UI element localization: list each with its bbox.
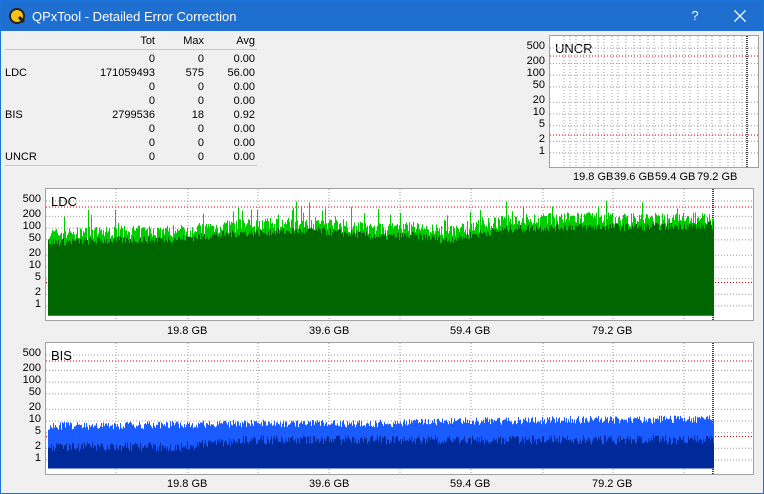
uncr-y-tick-5: 10 — [532, 106, 545, 118]
stats-row-2-tot: 0 — [148, 81, 155, 93]
stats-row-7-tot: 0 — [148, 151, 155, 163]
bis-y-tick-3: 50 — [28, 385, 41, 398]
uncr-x-tick-0: 19.8 GB — [573, 171, 614, 183]
ldc-y-tick-1: 200 — [22, 208, 41, 221]
ldc-y-tick-2: 100 — [22, 220, 41, 233]
stats-row-1-max: 575 — [185, 67, 204, 79]
bis-chart — [46, 343, 753, 474]
qpxtool-window: QPxTool - Detailed Error Correction ? To… — [0, 0, 764, 494]
header-divider — [5, 49, 257, 50]
stats-row-2-avg: 0.00 — [233, 81, 255, 93]
ldc-y-tick-5: 10 — [28, 259, 41, 271]
uncr-y-tick-3: 50 — [532, 78, 545, 91]
uncr-y-tick-2: 100 — [526, 67, 545, 80]
bis-y-tick-8: 1 — [34, 451, 41, 464]
header-avg: Avg — [236, 35, 255, 47]
title-bar[interactable]: QPxTool - Detailed Error Correction ? — [1, 1, 763, 31]
bis-x-tick-0: 19.8 GB — [167, 478, 208, 490]
ldc-x-tick-3: 79.2 GB — [592, 325, 633, 337]
stats-row-5-max: 0 — [197, 123, 204, 135]
bis-x-tick-2: 59.4 GB — [450, 478, 491, 490]
header-max: Max — [183, 35, 204, 47]
uncr-y-tick-7: 2 — [538, 133, 545, 146]
uncr-x-tick-3: 79.2 GB — [697, 171, 738, 183]
header-tot: Tot — [140, 35, 155, 47]
ldc-y-tick-6: 5 — [34, 270, 41, 283]
stats-row-1-tot: 171059493 — [99, 67, 155, 79]
uncr-y-tick-0: 500 — [526, 39, 545, 52]
stats-row-5-tot: 0 — [148, 123, 155, 135]
stats-row-4-max: 18 — [191, 109, 204, 121]
stats-row-3-max: 0 — [197, 95, 204, 107]
bis-chart-title: BIS — [51, 348, 72, 363]
stats-row-6-max: 0 — [197, 137, 204, 149]
stats-row-0-max: 0 — [197, 53, 204, 65]
ldc-y-tick-4: 20 — [28, 247, 41, 260]
stats-row-5-avg: 0.00 — [233, 123, 255, 135]
stats-row-1-avg: 56.00 — [227, 67, 255, 79]
help-button[interactable]: ? — [681, 3, 709, 29]
bis-y-tick-2: 100 — [22, 374, 41, 387]
bis-y-tick-6: 5 — [34, 424, 41, 437]
stats-row-7-max: 0 — [197, 151, 204, 163]
window-title: QPxTool - Detailed Error Correction — [32, 9, 237, 24]
stats-row-0-tot: 0 — [148, 53, 155, 65]
bis-y-tick-7: 2 — [34, 440, 41, 453]
ldc-chart-title: LDC — [51, 194, 78, 209]
stats-row-4-label: BIS — [5, 109, 23, 121]
uncr-y-tick-1: 200 — [526, 55, 545, 68]
stats-row-3-avg: 0.00 — [233, 95, 255, 107]
stats-row-0-avg: 0.00 — [233, 53, 255, 65]
uncr-x-tick-2: 59.4 GB — [655, 171, 696, 183]
stats-row-2-max: 0 — [197, 81, 204, 93]
bis-y-tick-4: 20 — [28, 401, 41, 414]
ldc-chart-panel: LDC — [45, 188, 754, 321]
stats-row-6-tot: 0 — [148, 137, 155, 149]
ldc-x-tick-1: 39.6 GB — [309, 325, 350, 337]
bis-y-tick-1: 200 — [22, 362, 41, 375]
close-button[interactable] — [723, 3, 757, 29]
uncr-y-tick-6: 5 — [538, 117, 545, 130]
stats-row-3-tot: 0 — [148, 95, 155, 107]
ldc-x-tick-0: 19.8 GB — [167, 325, 208, 337]
close-icon — [734, 10, 746, 22]
uncr-chart-panel: UNCR — [549, 35, 759, 168]
ldc-x-tick-2: 59.4 GB — [450, 325, 491, 337]
ldc-y-tick-3: 50 — [28, 231, 41, 244]
stats-row-7-label: UNCR — [5, 151, 37, 163]
stats-row-4-avg: 0.92 — [233, 109, 255, 121]
table-divider — [5, 165, 257, 166]
uncr-y-tick-4: 20 — [532, 94, 545, 107]
stats-table: Tot Max Avg 0 0 0.00 LDC 171059493 575 56.00 0 0… — [3, 35, 257, 167]
ldc-y-tick-0: 500 — [22, 192, 41, 205]
stats-row-6-avg: 0.00 — [233, 137, 255, 149]
bis-y-tick-0: 500 — [22, 346, 41, 359]
uncr-x-tick-1: 39.6 GB — [614, 171, 655, 183]
ldc-chart — [46, 189, 753, 320]
ldc-y-tick-7: 2 — [34, 286, 41, 299]
bis-chart-panel: BIS — [45, 342, 754, 475]
bis-x-tick-1: 39.6 GB — [309, 478, 350, 490]
bis-x-tick-3: 79.2 GB — [592, 478, 633, 490]
ldc-y-tick-8: 1 — [34, 297, 41, 310]
stats-row-4-tot: 2799536 — [112, 109, 155, 121]
bis-y-tick-5: 10 — [28, 413, 41, 425]
qpxtool-app-icon — [9, 8, 25, 24]
stats-row-1-label: LDC — [5, 67, 28, 79]
stats-row-7-avg: 0.00 — [233, 151, 255, 163]
uncr-chart — [550, 36, 758, 167]
uncr-y-tick-8: 1 — [538, 144, 545, 157]
